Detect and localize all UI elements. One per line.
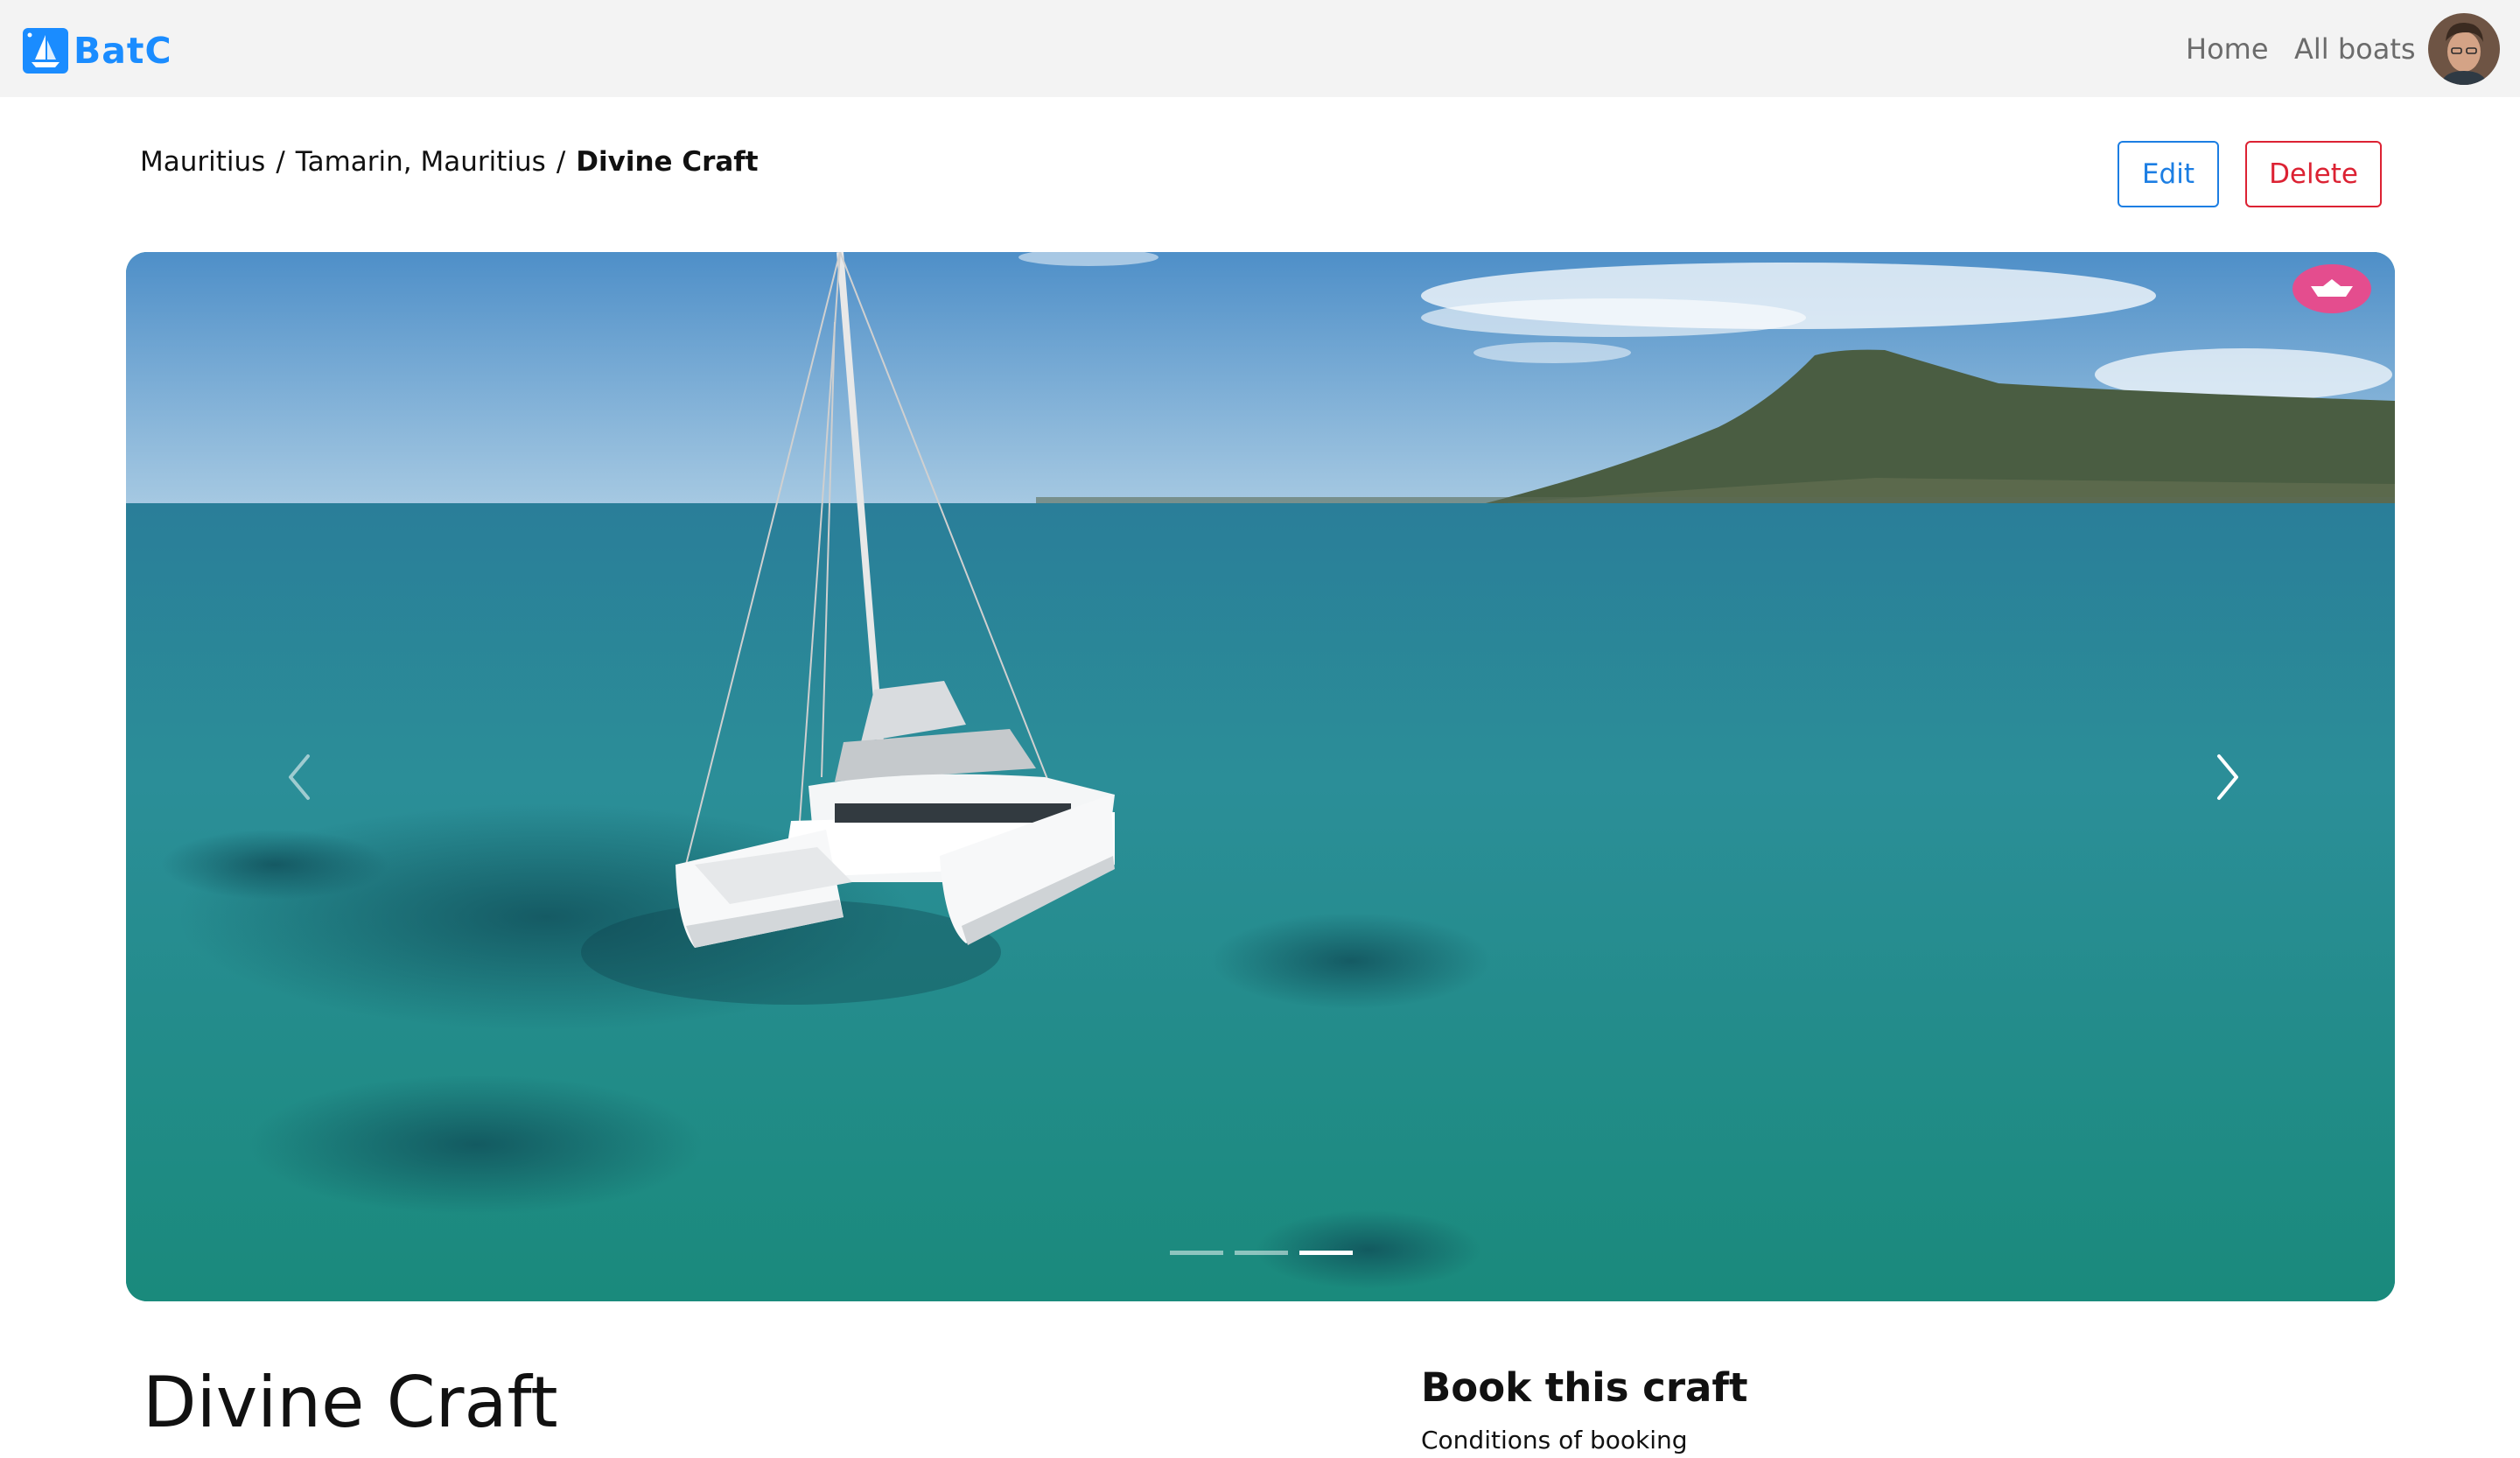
nav-link-home[interactable]: Home	[2186, 32, 2269, 67]
brand-name: BatC	[74, 30, 172, 72]
boat-photo	[126, 252, 2395, 1301]
booking-conditions-label: Conditions of booking	[1421, 1426, 1688, 1454]
edit-button[interactable]: Edit	[2118, 141, 2219, 207]
breadcrumb: Mauritius / Tamarin, Mauritius / Divine Craf…	[140, 144, 759, 180]
carousel-next-button[interactable]	[2193, 742, 2263, 812]
breadcrumb-current: Divine Craft	[576, 146, 759, 178]
brand-logo[interactable]: BatC	[23, 27, 172, 74]
user-avatar[interactable]	[2428, 13, 2500, 85]
sailboat-logo-icon	[23, 28, 68, 74]
carousel-indicator[interactable]	[1170, 1251, 1223, 1255]
chevron-right-icon	[2217, 754, 2238, 800]
boat-title: Divine Craft	[143, 1362, 558, 1443]
navbar: BatC Home All boats	[0, 0, 2520, 97]
booking-title: Book this craft	[1421, 1364, 1748, 1411]
chevron-left-icon	[289, 754, 310, 800]
carousel-indicator[interactable]	[1235, 1251, 1288, 1255]
breadcrumb-separator: /	[276, 146, 285, 178]
breadcrumb-item-country[interactable]: Mauritius	[140, 146, 265, 178]
carousel-indicators	[1170, 1251, 1353, 1255]
breadcrumb-separator: /	[556, 146, 566, 178]
image-carousel	[126, 252, 2395, 1301]
boat-favorite-icon	[2311, 279, 2353, 297]
favorite-button[interactable]	[2292, 264, 2371, 313]
carousel-prev-button[interactable]	[264, 742, 334, 812]
nav-link-all-boats[interactable]: All boats	[2294, 32, 2416, 67]
delete-button[interactable]: Delete	[2245, 141, 2382, 207]
carousel-indicator-active[interactable]	[1299, 1251, 1353, 1255]
breadcrumb-item-city[interactable]: Tamarin, Mauritius	[296, 146, 546, 178]
